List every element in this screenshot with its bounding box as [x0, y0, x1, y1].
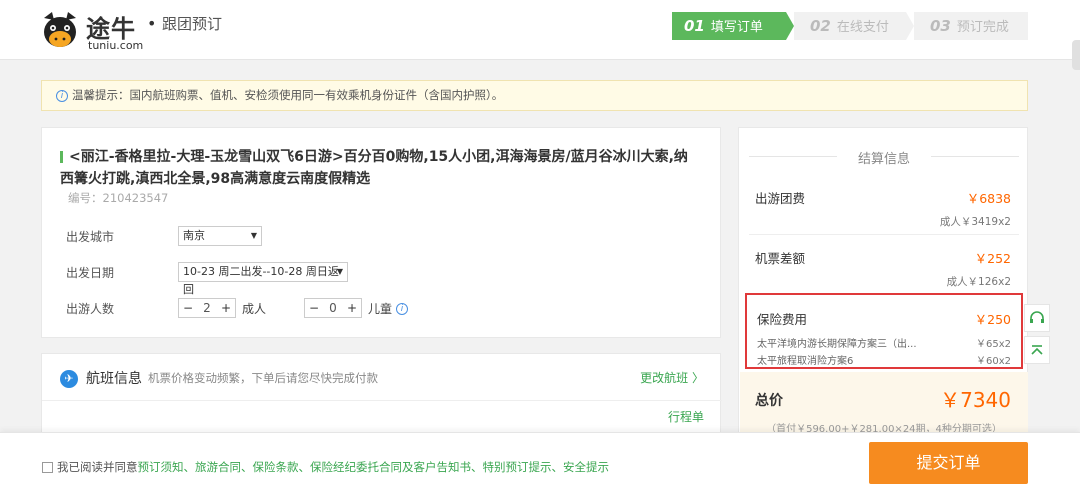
air-diff-amount: ￥252	[974, 251, 1011, 266]
page-subtitle: 跟团预订	[162, 15, 223, 33]
adult-plus-button[interactable]: +	[217, 299, 235, 317]
title-accent	[60, 151, 63, 163]
adult-stepper[interactable]: − 2 +	[178, 298, 236, 318]
depart-city-select[interactable]: 南京 ▼	[178, 226, 262, 246]
depart-date-label: 出发日期	[66, 266, 115, 280]
itinerary-link[interactable]: 行程单	[668, 408, 704, 425]
flight-card: ✈ 航班信息 机票价格变动频繁，下单后请您尽快完成付款 更改航班 〉 行程单	[41, 353, 722, 443]
link-special-notice[interactable]: 特别预订提示、	[483, 460, 564, 474]
link-travel-contract[interactable]: 旅游合同、	[195, 460, 253, 474]
step-number: 03	[930, 17, 951, 35]
tour-fee-label: 出游团费	[755, 191, 806, 206]
adult-count[interactable]: 2	[197, 299, 217, 317]
select-value: 南京	[183, 229, 205, 242]
link-safety-notice[interactable]: 安全提示	[563, 460, 609, 474]
logo-domain: tuniu.com	[88, 39, 144, 52]
child-plus-button[interactable]: +	[343, 299, 361, 317]
agree-prefix: 我已阅读并同意	[57, 460, 138, 474]
depart-date-select[interactable]: 10-23 周二出发--10-28 周日返回 ▼	[178, 262, 348, 296]
step-label: 在线支付	[836, 20, 889, 35]
headset-icon[interactable]	[1024, 304, 1050, 332]
plane-icon: ✈	[60, 370, 78, 388]
child-stepper[interactable]: − 0 +	[304, 298, 362, 318]
product-card: <丽江-香格里拉-大理-玉龙雪山双飞6日游>百分百0购物,15人小团,洱海海景房…	[41, 127, 721, 338]
submit-order-button[interactable]: 提交订单	[869, 442, 1028, 484]
chevron-down-icon: ▼	[250, 231, 257, 240]
step-online-pay: 02 在线支付	[794, 12, 906, 40]
agree-checkbox[interactable]	[42, 462, 53, 473]
child-count[interactable]: 0	[323, 299, 343, 317]
footer-bar: 我已阅读并同意预订须知、旅游合同、保险条款、保险经纪委托合同及客户告知书、特别预…	[0, 432, 1080, 487]
flight-hint: 机票价格变动频繁，下单后请您尽快完成付款	[148, 371, 378, 385]
agreement: 我已阅读并同意预订须知、旅游合同、保险条款、保险经纪委托合同及客户告知书、特别预…	[42, 460, 609, 474]
air-diff-label: 机票差额	[755, 251, 806, 266]
step-label: 填写订单	[710, 20, 763, 35]
tuniu-logo-icon[interactable]	[40, 10, 80, 50]
select-value: 10-23 周二出发--10-28 周日返回	[183, 265, 339, 296]
adult-minus-button[interactable]: −	[179, 299, 197, 317]
insurance-amount: ￥250	[974, 312, 1011, 327]
child-unit: 儿童	[368, 302, 393, 316]
air-diff-detail: 成人￥126x2	[946, 276, 1011, 288]
step-arrow	[786, 12, 794, 40]
notice-bar: i 温馨提示：国内航班购票、值机、安检须使用同一有效乘机身份证件（含国内护照）。	[41, 80, 1028, 111]
step-fill-order: 01 填写订单	[672, 12, 786, 40]
total-label: 总价	[755, 393, 783, 409]
step-number: 01	[684, 17, 705, 35]
flight-title: 航班信息	[86, 371, 142, 387]
side-tab[interactable]	[1072, 40, 1080, 70]
link-insurance-terms[interactable]: 保险条款、	[253, 460, 311, 474]
link-booking-notice[interactable]: 预订须知、	[138, 460, 196, 474]
step-label: 预订完成	[956, 20, 1009, 35]
total-amount: ￥7340	[940, 388, 1011, 412]
insurance-item: 太平旅程取消险方案6	[757, 356, 854, 367]
depart-date-row: 出发日期 10-23 周二出发--10-28 周日返回 ▼	[66, 262, 706, 296]
product-title[interactable]: <丽江-香格里拉-大理-玉龙雪山双飞6日游>百分百0购物,15人小团,洱海海景房…	[60, 146, 700, 190]
insurance-section: 保险费用 ￥250 太平洋境内游长期保障方案三（出... ￥65x2 太平旅程取…	[745, 293, 1023, 369]
change-flight-link[interactable]: 更改航班 〉	[640, 369, 704, 386]
side-toolbar	[1024, 304, 1050, 368]
product-title-text[interactable]: <丽江-香格里拉-大理-玉龙雪山双飞6日游>百分百0购物,15人小团,洱海海景房…	[60, 149, 688, 187]
divider	[749, 234, 1019, 235]
insurance-label: 保险费用	[757, 312, 808, 327]
people-row: 出游人数 − 2 + 成人 − 0 + 儿童 i	[66, 298, 706, 320]
progress-steps: 01 填写订单 02 在线支付 03 预订完成	[672, 12, 1028, 40]
logo-separator: •	[147, 14, 157, 33]
depart-city-label: 出发城市	[66, 230, 115, 244]
child-minus-button[interactable]: −	[305, 299, 323, 317]
people-label: 出游人数	[66, 302, 115, 316]
depart-city-row: 出发城市 南京 ▼	[66, 226, 706, 248]
insurance-item: 太平洋境内游长期保障方案三（出...	[757, 339, 917, 350]
info-icon: i	[56, 89, 68, 102]
settlement-heading: 结算信息	[749, 148, 1019, 167]
tour-fee-detail: 成人￥3419x2	[939, 216, 1011, 228]
link-broker-contract[interactable]: 保险经纪委托合同及客户告知书、	[310, 460, 483, 474]
settlement-card: 结算信息 出游团费 ￥6838 成人￥3419x2 机票差额 ￥252 成人￥1…	[738, 127, 1028, 444]
adult-unit: 成人	[242, 302, 267, 316]
step-complete: 03 预订完成	[914, 12, 1028, 40]
child-info-icon[interactable]: i	[396, 303, 408, 315]
step-number: 02	[810, 17, 831, 35]
step-arrow	[906, 12, 914, 40]
insurance-item-price: ￥60x2	[975, 356, 1011, 367]
notice-text: 温馨提示：国内航班购票、值机、安检须使用同一有效乘机身份证件（含国内护照）。	[72, 88, 504, 102]
product-code: 编号：210423547	[68, 191, 169, 205]
chevron-down-icon: ▼	[336, 267, 343, 276]
insurance-item-price: ￥65x2	[975, 339, 1011, 350]
header: 途牛 tuniu.com • 跟团预订 01 填写订单 02 在线支付 03 预订完成	[0, 0, 1080, 60]
tour-fee-amount: ￥6838	[966, 191, 1011, 206]
back-to-top-icon[interactable]	[1024, 336, 1050, 364]
divider	[42, 400, 722, 401]
